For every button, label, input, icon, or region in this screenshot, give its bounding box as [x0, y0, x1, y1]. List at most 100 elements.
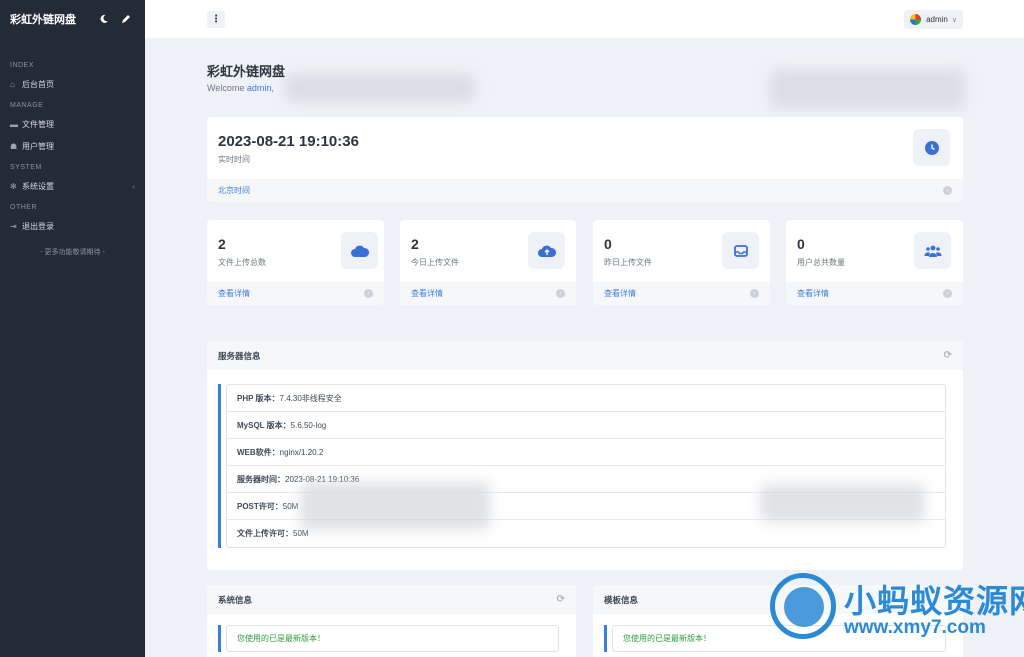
sidebar-item-logout[interactable]: ⇥ 退出登录	[0, 215, 145, 237]
inbox-icon	[722, 232, 759, 269]
stat-value: 2	[411, 236, 419, 252]
section-manage: MANAGE	[10, 102, 44, 109]
row-key: WEB软件：	[237, 447, 280, 457]
stat-card-today-uploads: 2 今日上传文件 查看详情 ›	[400, 220, 576, 305]
stat-label: 文件上传总数	[218, 258, 266, 267]
pencil-icon[interactable]	[117, 10, 135, 28]
time-value: 2023-08-21 19:10:36	[218, 133, 359, 150]
menu-button[interactable]: ⋮	[207, 11, 225, 28]
stat-value: 0	[797, 236, 805, 252]
stat-card-total-users: 0 用户总共数量 查看详情 ›	[786, 220, 963, 305]
row-value: 50M	[293, 529, 309, 538]
welcome-user[interactable]: admin	[247, 83, 272, 93]
row-key: PHP 版本：	[237, 393, 280, 403]
arrow-right-icon[interactable]: ›	[556, 289, 565, 298]
row-key: MySQL 版本：	[237, 420, 291, 430]
sidebar-item-label: 后台首页	[22, 79, 54, 89]
redaction-blur	[300, 482, 490, 530]
time-footer-link[interactable]: 北京时间	[218, 185, 250, 196]
stat-card-yesterday-uploads: 0 昨日上传文件 查看详情 ›	[593, 220, 770, 305]
sidebar-header: 彩虹外链网盘	[0, 0, 145, 38]
panel-header: 服务器信息 ⟳	[207, 341, 963, 370]
chevron-down-icon: ∨	[951, 16, 957, 24]
stat-card-footer[interactable]: 查看详情 ›	[400, 282, 576, 305]
sidebar-item-label: 退出登录	[22, 221, 54, 231]
arrow-right-icon[interactable]: ›	[364, 289, 373, 298]
section-other: OTHER	[10, 204, 37, 211]
redaction-blur	[760, 484, 925, 522]
panel-title: 模板信息	[604, 594, 639, 605]
users-icon: ☗	[10, 141, 18, 151]
stat-card-footer[interactable]: 查看详情 ›	[207, 282, 384, 305]
version-message: 您使用的已是最新版本！	[226, 625, 559, 652]
stat-card-total-files: 2 文件上传总数 查看详情 ›	[207, 220, 384, 305]
row-value: 7.4.30非线程安全	[279, 393, 342, 403]
stat-card-footer[interactable]: 查看详情 ›	[786, 282, 963, 305]
stat-card-footer[interactable]: 查看详情 ›	[593, 282, 770, 305]
row-key: 服务器时间：	[237, 474, 285, 484]
refresh-icon[interactable]: ⟳	[557, 594, 565, 605]
row-value: 50M	[282, 501, 299, 511]
gear-icon: ✻	[10, 181, 17, 191]
watermark-title: 小蚂蚁资源网	[844, 583, 1024, 619]
section-index: INDEX	[10, 62, 34, 69]
time-label: 实时时间	[218, 155, 250, 164]
watermark-logo-inner	[784, 587, 824, 627]
row-value: nginx/1.20.2	[279, 447, 324, 457]
sidebar-item-dashboard[interactable]: ⌂ 后台首页	[0, 73, 145, 95]
arrow-right-icon[interactable]: ›	[943, 289, 952, 298]
user-name: admin	[926, 15, 948, 24]
panel-title: 系统信息	[218, 594, 253, 605]
sidebar-item-users[interactable]: ☗ 用户管理	[0, 135, 145, 157]
panel-title: 服务器信息	[218, 350, 261, 361]
row-key: 文件上传许可：	[237, 529, 293, 538]
refresh-icon[interactable]: ⟳	[944, 350, 952, 361]
stat-value: 2	[218, 236, 226, 252]
moon-icon[interactable]	[95, 10, 113, 28]
system-info-panel: 系统信息 ⟳ 您使用的已是最新版本！	[207, 585, 576, 657]
stat-label: 今日上传文件	[411, 258, 459, 267]
time-card-footer[interactable]: 北京时间 ›	[207, 179, 963, 202]
cloud-icon	[341, 232, 378, 269]
arrow-right-icon[interactable]: ›	[750, 289, 759, 298]
view-details-link[interactable]: 查看详情	[797, 288, 829, 299]
view-details-link[interactable]: 查看详情	[604, 288, 636, 299]
clock-icon	[913, 129, 950, 166]
section-system: SYSTEM	[10, 164, 42, 171]
folder-icon: ▬	[10, 119, 18, 129]
message-wrap: 您使用的已是最新版本！	[218, 625, 559, 652]
stat-label: 昨日上传文件	[604, 258, 652, 267]
row-value: 5.6.50-log	[290, 420, 327, 430]
list-item: PHP 版本： 7.4.30非线程安全	[227, 385, 945, 412]
avatar	[910, 14, 922, 25]
sidebar: 彩虹外链网盘 INDEX ⌂ 后台首页 MANAGE ▬ 文件管理 ☗ 用户管理…	[0, 0, 145, 657]
brand-logo[interactable]: 彩虹外链网盘	[10, 11, 91, 27]
watermark-url: www.xmy7.com	[844, 617, 986, 638]
chevron-left-icon: ‹	[132, 181, 135, 191]
welcome-suffix: ,	[271, 83, 274, 93]
list-item: WEB软件： nginx/1.20.2	[227, 439, 945, 466]
arrow-right-icon[interactable]: ›	[943, 186, 952, 195]
sidebar-item-files[interactable]: ▬ 文件管理	[0, 113, 145, 135]
logout-icon: ⇥	[10, 221, 17, 231]
cloud-upload-icon	[528, 232, 565, 269]
welcome-text: Welcome admin,	[207, 83, 274, 93]
list-item: MySQL 版本： 5.6.50-log	[227, 412, 945, 439]
sidebar-footer: - 更多功能敬请期待 -	[40, 249, 105, 256]
server-info-panel: 服务器信息 ⟳ PHP 版本： 7.4.30非线程安全 MySQL 版本： 5.6.…	[207, 341, 963, 570]
redaction-blur	[285, 74, 475, 102]
row-key: POST许可：	[237, 501, 283, 511]
sidebar-item-settings[interactable]: ✻ 系统设置 ‹	[0, 175, 145, 197]
users-icon	[914, 232, 951, 269]
redaction-blur	[770, 70, 965, 108]
sidebar-item-label: 用户管理	[22, 141, 54, 151]
view-details-link[interactable]: 查看详情	[218, 288, 250, 299]
home-icon: ⌂	[10, 79, 15, 89]
sidebar-item-label: 系统设置	[22, 181, 54, 191]
stat-value: 0	[604, 236, 612, 252]
stat-label: 用户总共数量	[797, 258, 845, 267]
panel-header: 系统信息 ⟳	[207, 585, 576, 614]
topbar: ⋮ admin ∨	[145, 0, 1024, 38]
view-details-link[interactable]: 查看详情	[411, 288, 443, 299]
user-menu-button[interactable]: admin ∨	[904, 10, 963, 29]
